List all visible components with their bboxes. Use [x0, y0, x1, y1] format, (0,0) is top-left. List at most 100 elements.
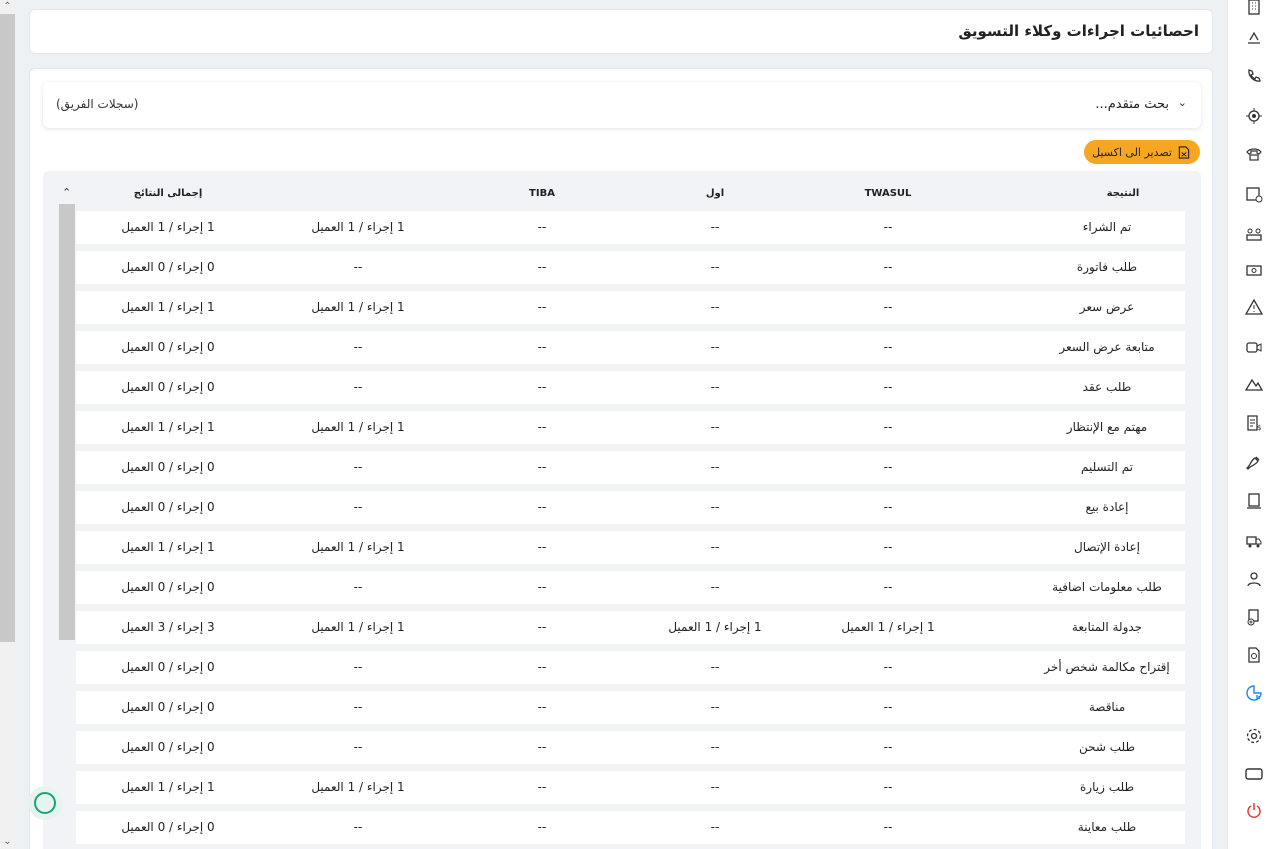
delivery-icon[interactable]	[1244, 530, 1264, 550]
screen-icon[interactable]	[1244, 764, 1264, 784]
file-search-icon[interactable]	[1244, 645, 1264, 665]
cell-other: --	[353, 500, 363, 514]
cell-awal: --	[710, 220, 720, 234]
cell-result: طلب عقد	[1082, 380, 1132, 394]
cell-awal: --	[710, 660, 720, 674]
cell-twasul: --	[883, 820, 893, 834]
table-row: مهتم مع الإنتظار -- -- -- 1 إجراء / 1 العميل…	[76, 411, 1185, 451]
location-target-icon[interactable]	[1244, 106, 1264, 126]
cell-total: 1 إجراء / 1 العميل	[121, 420, 215, 434]
advanced-search-label[interactable]: بحث متقدم...	[1095, 97, 1169, 112]
row-divider	[76, 444, 975, 451]
cell-awal: --	[710, 340, 720, 354]
cell-result: طلب شحن	[1078, 740, 1136, 754]
cell-total: 0 إجراء / 0 العميل	[121, 500, 215, 514]
chevron-down-icon[interactable]: ⌄	[1178, 96, 1187, 109]
cell-total: 0 إجراء / 0 العميل	[121, 340, 215, 354]
main-card: ⌄ بحث متقدم... (سجلات الفريق) تصدير الى …	[29, 68, 1213, 849]
signature-icon[interactable]	[1244, 452, 1264, 472]
cell-awal: --	[710, 700, 720, 714]
cell-other: --	[353, 340, 363, 354]
row-divider	[76, 604, 975, 611]
table-scrollbar-thumb[interactable]	[59, 204, 75, 640]
chat-widget-button[interactable]	[28, 786, 62, 820]
hand-money-icon[interactable]	[1244, 28, 1264, 48]
table-row: جدولة المتابعة 1 إجراء / 1 العميل 1 إجراء …	[76, 611, 1185, 651]
table-row: طلب فاتورة -- -- -- -- 0 إجراء / 0 العميل	[76, 251, 1185, 291]
invoice-dollar-icon[interactable]: $	[1244, 413, 1264, 433]
cell-total: 1 إجراء / 1 العميل	[121, 220, 215, 234]
row-divider	[76, 524, 975, 531]
cell-total: 1 إجراء / 1 العميل	[121, 300, 215, 314]
scroll-up-arrow-icon[interactable]: ⌃	[0, 0, 15, 14]
cell-result: طلب معاينة	[1077, 820, 1137, 834]
cell-total: 0 إجراء / 0 العميل	[121, 700, 215, 714]
cell-tiba: --	[537, 500, 547, 514]
cell-other: 1 إجراء / 1 العميل	[311, 780, 405, 794]
cell-total: 1 إجراء / 1 العميل	[121, 540, 215, 554]
cell-tiba: --	[537, 460, 547, 474]
cell-result: تم الشراء	[1082, 220, 1132, 234]
cell-tiba: --	[537, 660, 547, 674]
cell-total: 1 إجراء / 1 العميل	[121, 780, 215, 794]
cell-result: طلب زيارة	[1080, 780, 1134, 794]
power-icon[interactable]	[1244, 801, 1264, 821]
cell-awal: --	[710, 260, 720, 274]
report-icon[interactable]	[1244, 491, 1264, 511]
people-group-icon[interactable]	[1244, 224, 1264, 244]
user-icon[interactable]	[1244, 569, 1264, 589]
phone-call-icon[interactable]	[1244, 66, 1264, 86]
document-add-icon[interactable]	[1244, 607, 1264, 627]
table-row: إقتراح مكالمة شخص أخر -- -- -- -- 0 إجراء / 0…	[76, 651, 1185, 691]
cell-tiba: --	[537, 380, 547, 394]
cell-awal: --	[710, 740, 720, 754]
cell-result: إقتراح مكالمة شخص أخر	[1044, 660, 1170, 674]
advanced-search-panel[interactable]: ⌄ بحث متقدم... (سجلات الفريق)	[43, 82, 1201, 128]
table-row: إعادة بيع -- -- -- -- 0 إجراء / 0 العميل	[76, 491, 1185, 531]
settings-icon[interactable]	[1244, 726, 1264, 746]
table-row: تم التسليم -- -- -- -- 0 إجراء / 0 العميل	[76, 451, 1185, 491]
cell-other: --	[353, 460, 363, 474]
mountain-icon[interactable]	[1244, 374, 1264, 394]
cell-twasul: --	[883, 740, 893, 754]
cell-twasul: --	[883, 580, 893, 594]
cell-tiba: --	[537, 420, 547, 434]
svg-text:$: $	[1257, 424, 1261, 432]
cell-tiba: --	[537, 820, 547, 834]
cell-result: طلب فاتورة	[1076, 260, 1138, 274]
calendar-gear-icon[interactable]	[1244, 184, 1264, 204]
cell-total: 0 إجراء / 0 العميل	[121, 260, 215, 274]
chart-pie-icon[interactable]	[1244, 683, 1264, 703]
building-icon[interactable]	[1244, 0, 1264, 17]
export-excel-button[interactable]: تصدير الى اكسيل	[1084, 140, 1200, 164]
scroll-down-arrow-icon[interactable]: ⌄	[0, 835, 15, 849]
cell-awal: --	[710, 380, 720, 394]
table-row: عرض سعر -- -- -- 1 إجراء / 1 العميل 1 إجراء /…	[76, 291, 1185, 331]
cell-twasul: --	[883, 780, 893, 794]
cell-other: --	[353, 660, 363, 674]
cell-twasul: --	[883, 300, 893, 314]
header-awal: اول	[705, 188, 725, 199]
warning-icon[interactable]	[1244, 297, 1264, 317]
cell-tiba: --	[537, 300, 547, 314]
page-scrollbar-thumb[interactable]	[0, 14, 15, 642]
cell-tiba: --	[537, 260, 547, 274]
row-divider	[76, 804, 975, 811]
video-icon[interactable]	[1244, 337, 1264, 357]
stats-table: ⌃ النتيجة TWASUL اول TIBA إجمالى النتائج…	[43, 171, 1201, 849]
page-scrollbar[interactable]: ⌃ ⌄	[0, 0, 15, 849]
table-row: مناقصة -- -- -- -- 0 إجراء / 0 العميل	[76, 691, 1185, 731]
row-divider	[76, 324, 975, 331]
row-divider	[76, 844, 975, 849]
chevron-up-icon[interactable]: ⌃	[62, 186, 71, 199]
cash-icon[interactable]	[1244, 260, 1264, 280]
team-records-label: (سجلات الفريق)	[56, 97, 139, 111]
export-excel-label: تصدير الى اكسيل	[1092, 145, 1172, 159]
telephone-icon[interactable]	[1244, 144, 1264, 164]
cell-other: 1 إجراء / 1 العميل	[311, 420, 405, 434]
row-divider	[76, 724, 975, 731]
cell-other: --	[353, 700, 363, 714]
cell-other: 1 إجراء / 1 العميل	[311, 620, 405, 634]
row-divider	[76, 684, 975, 691]
cell-awal: --	[710, 540, 720, 554]
